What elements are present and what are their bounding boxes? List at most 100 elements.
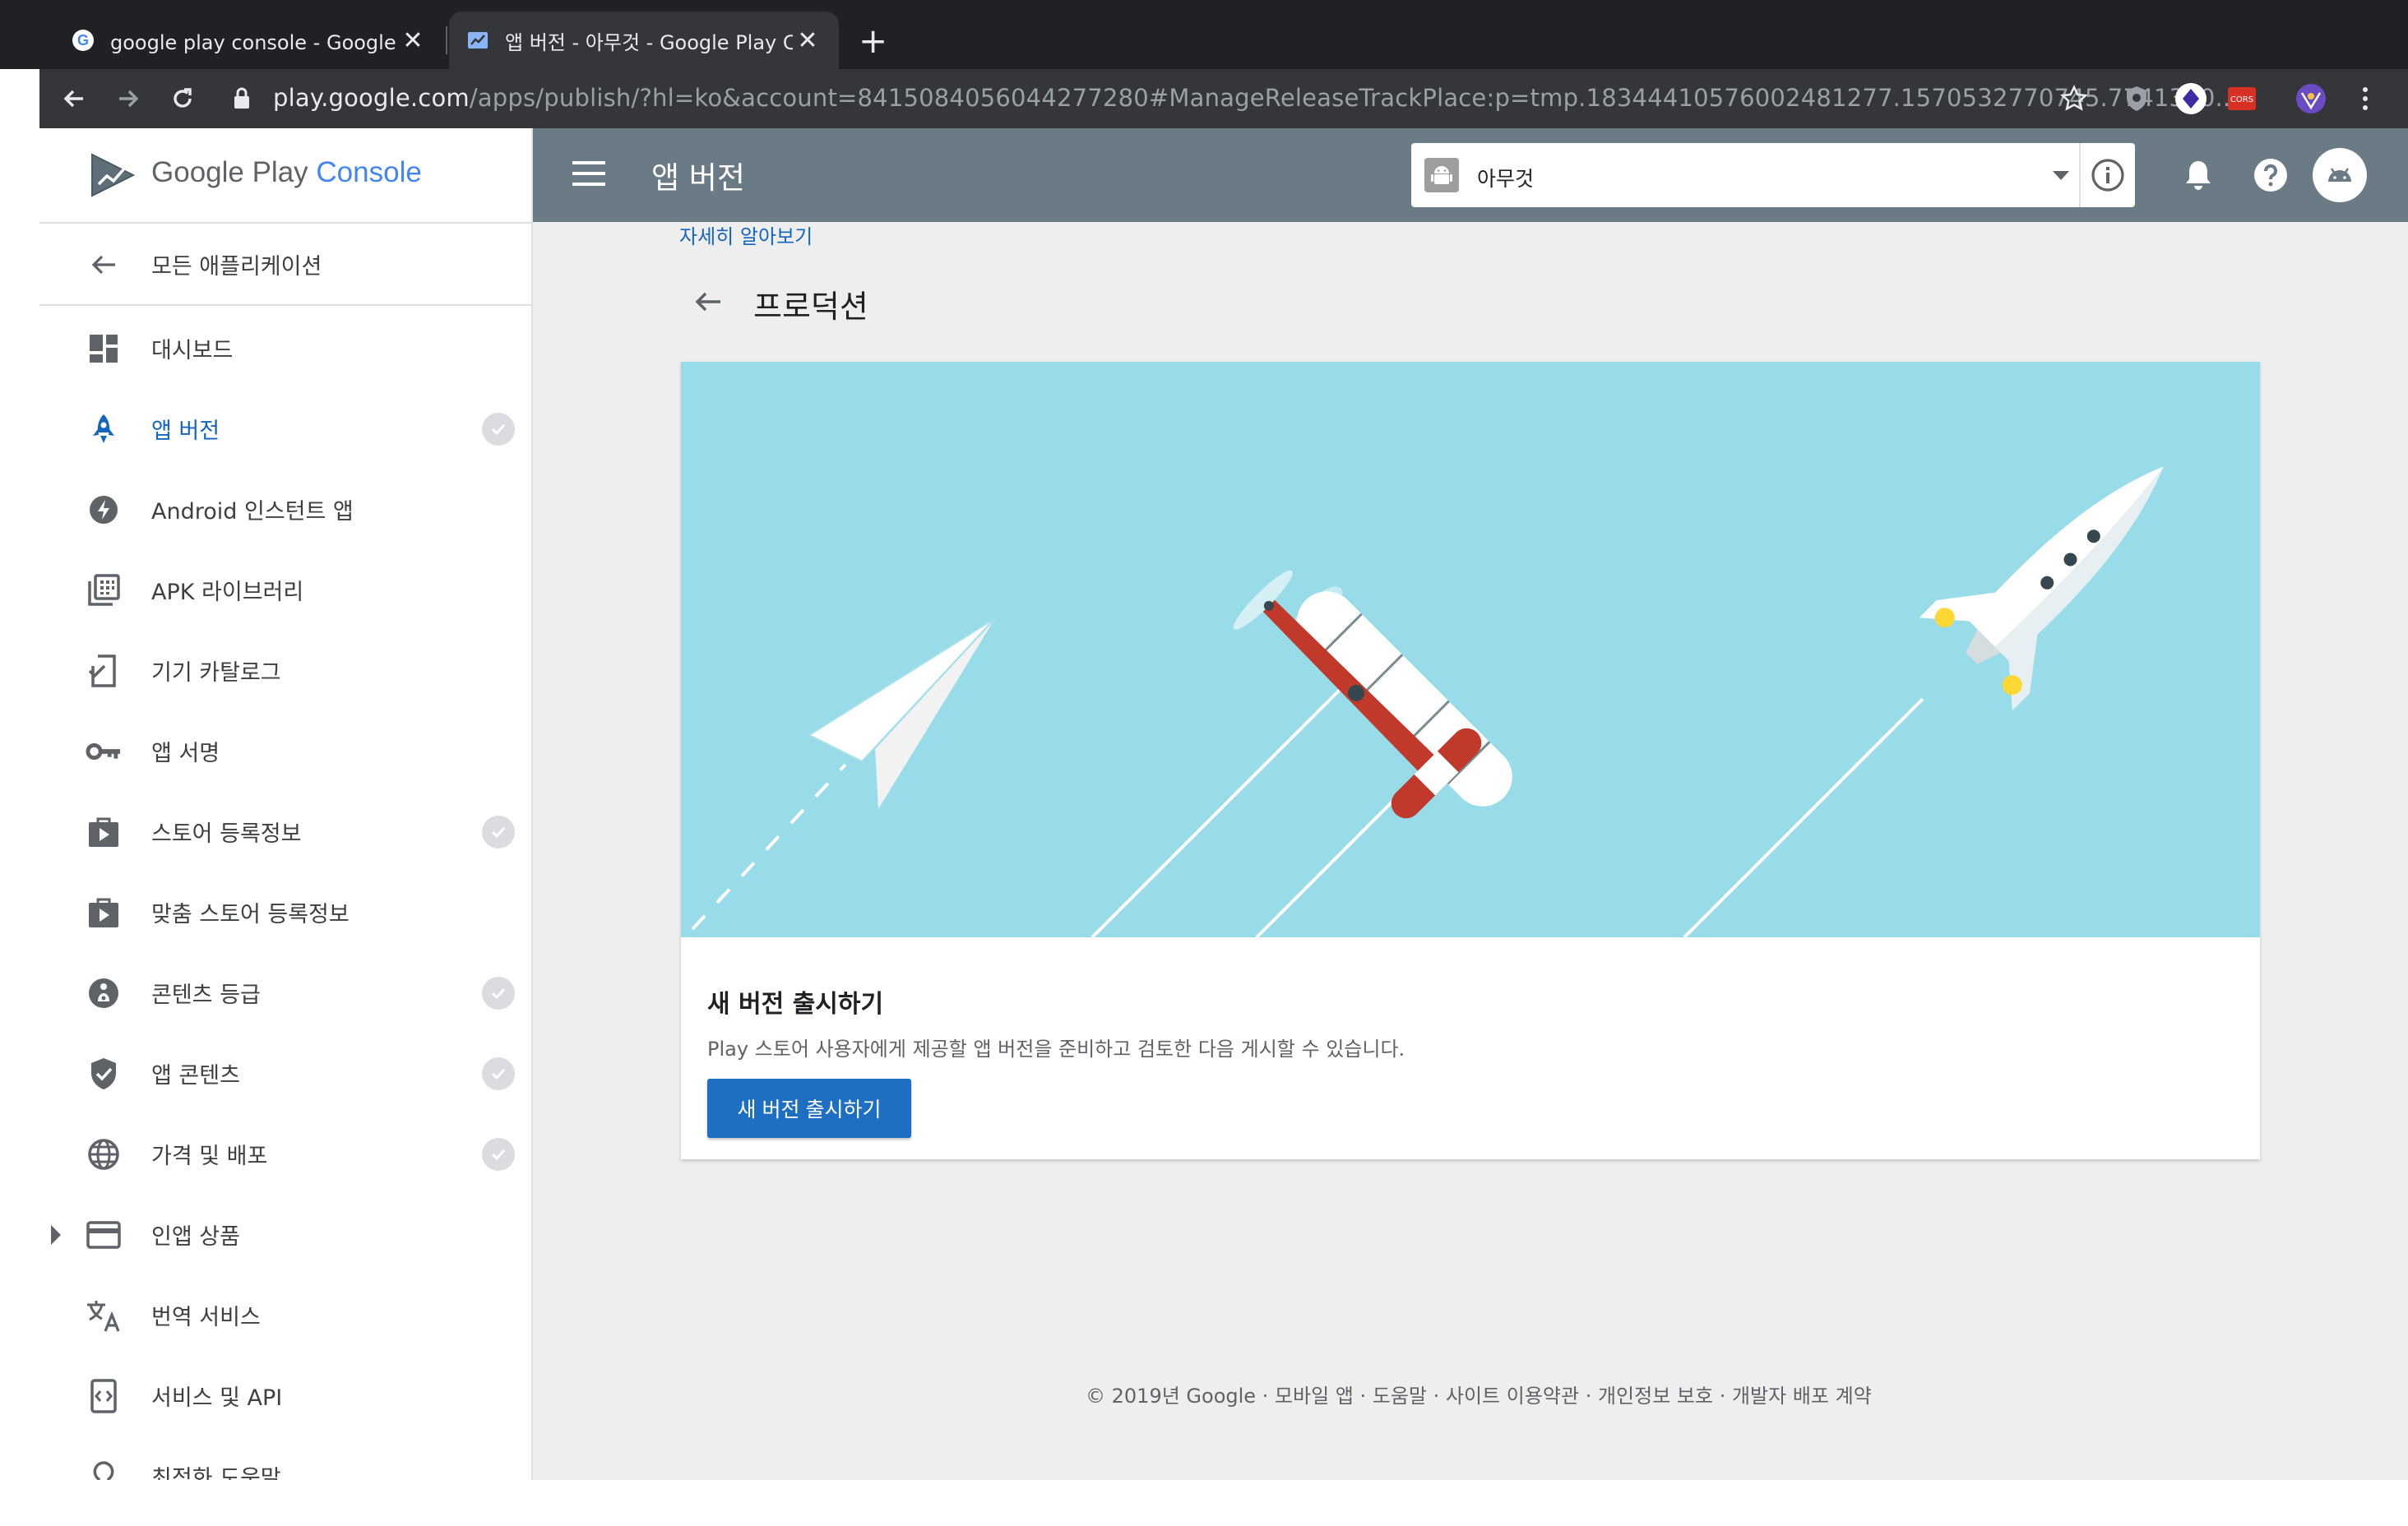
sidebar-item-services-api[interactable]: 서비스 및 API [39, 1355, 531, 1436]
android-app-icon [1424, 158, 1459, 192]
sidebar-item-instant-apps[interactable]: Android 인스턴트 앱 [39, 469, 531, 549]
reload-icon[interactable] [164, 81, 201, 117]
store-icon [86, 895, 122, 931]
sidebar-item-device-catalog[interactable]: 기기 카탈로그 [39, 630, 531, 710]
svg-text:CORS: CORS [2230, 95, 2253, 104]
sidebar-item-label: 대시보드 [151, 338, 234, 363]
browser-tab-google-search[interactable]: G google play console - Google 검 ✕ [54, 12, 444, 69]
shield-extension-icon[interactable] [2119, 81, 2155, 117]
window-edge [0, 69, 39, 1526]
learn-more-link[interactable]: 자세히 알아보기 [679, 220, 813, 249]
notifications-bell-icon[interactable] [2178, 155, 2219, 196]
sidebar-item-store-listing[interactable]: 스토어 등록정보 [39, 791, 531, 872]
sidebar-item-label: 앱 서명 [151, 741, 220, 766]
sidebar-item-label: Android 인스턴트 앱 [151, 499, 354, 525]
window-bottom-edge [0, 1480, 2408, 1526]
main-content: 자세히 알아보기 프로덕션 새 버전 출시하기 Play 스토어 사용자에게 제… [533, 222, 2408, 1480]
url-field[interactable]: play.google.com/apps/publish/?hl=ko&acco… [273, 84, 2239, 112]
sidebar-item-label: 가격 및 배포 [151, 1144, 268, 1169]
sidebar-item-in-app-products[interactable]: 인앱 상품 [39, 1194, 531, 1274]
tab-separator [446, 26, 447, 54]
url-path: /apps/publish/?hl=ko&account=84150840560… [469, 84, 2239, 112]
card-description: Play 스토어 사용자에게 제공할 앱 버전을 준비하고 검토한 다음 게시할… [707, 1038, 1405, 1061]
sidebar-item-apk-library[interactable]: APK 라이브러리 [39, 549, 531, 630]
tab-title: google play console - Google 검 [110, 30, 398, 54]
cors-extension-icon[interactable]: CORS [2224, 81, 2260, 117]
lock-icon[interactable] [232, 86, 252, 113]
globe-icon [86, 1136, 122, 1172]
sidebar-item-custom-store-listing[interactable]: 맞춤 스토어 등록정보 [39, 872, 531, 952]
info-icon[interactable] [2089, 156, 2127, 194]
sidebar-item-pricing-distribution[interactable]: 가격 및 배포 [39, 1113, 531, 1194]
sidebar-item-label: 서비스 및 API [151, 1385, 283, 1411]
svg-text:G: G [77, 32, 89, 49]
sidebar-item-label: 인앱 상품 [151, 1224, 240, 1250]
flash-icon [86, 492, 122, 528]
tab-close-icon[interactable]: ✕ [398, 26, 428, 55]
profile-extension-icon[interactable] [2293, 81, 2329, 117]
back-arrow-icon [86, 247, 122, 283]
new-tab-button[interactable]: + [859, 20, 887, 62]
menu-icon[interactable] [572, 161, 605, 189]
sidebar-item-app-content[interactable]: 앱 콘텐츠 [39, 1033, 531, 1113]
app-header: 앱 버전 아무것 [533, 128, 2408, 222]
sidebar-item-app-releases[interactable]: 앱 버전 [39, 388, 531, 469]
tab-title: 앱 버전 - 아무것 - Google Play Co [505, 30, 793, 54]
rocket [1919, 466, 2164, 711]
sidebar: Google Play Console 모든 애플리케이션 대시보드 앱 버전 … [39, 128, 533, 1526]
chevron-down-icon[interactable] [2053, 171, 2069, 180]
back-arrow-icon[interactable] [56, 81, 92, 117]
help-icon[interactable] [2250, 155, 2291, 196]
browser-menu-icon[interactable] [2347, 81, 2383, 117]
browser-tab-play-console[interactable]: 앱 버전 - 아무것 - Google Play Co ✕ [449, 12, 839, 69]
browser-tab-bar: G google play console - Google 검 ✕ 앱 버전 … [0, 0, 2408, 69]
release-card: 새 버전 출시하기 Play 스토어 사용자에게 제공할 앱 버전을 준비하고 … [681, 362, 2260, 1159]
store-icon [86, 814, 122, 850]
check-icon [482, 1057, 515, 1090]
divider [2079, 143, 2081, 207]
paper-plane [807, 617, 996, 809]
sidebar-item-label: 맞춤 스토어 등록정보 [151, 902, 350, 927]
back-arrow-icon[interactable] [692, 286, 724, 321]
check-icon [482, 816, 515, 849]
flying-vehicles-illustration [691, 466, 2164, 937]
forward-arrow-icon[interactable] [110, 81, 146, 117]
create-release-button[interactable]: 새 버전 출시하기 [707, 1079, 911, 1138]
sidebar-item-dashboard[interactable]: 대시보드 [39, 308, 531, 388]
sidebar-item-label: 앱 콘텐츠 [151, 1063, 240, 1089]
brand-name: Google Play Console [151, 156, 422, 189]
shield-icon [86, 1056, 122, 1092]
check-icon [482, 1138, 515, 1171]
address-bar: play.google.com/apps/publish/?hl=ko&acco… [39, 69, 2408, 128]
card-title: 새 버전 출시하기 [707, 990, 884, 1019]
google-g-icon: G [71, 28, 95, 53]
device-check-icon [86, 653, 122, 689]
sidebar-item-label: 스토어 등록정보 [151, 821, 302, 847]
sidebar-item-app-signing[interactable]: 앱 서명 [39, 710, 531, 791]
sidebar-item-translation-service[interactable]: 번역 서비스 [39, 1274, 531, 1355]
translate-icon [86, 1297, 122, 1334]
tab-close-icon[interactable]: ✕ [793, 26, 822, 55]
key-icon [86, 733, 122, 770]
account-avatar[interactable] [2313, 148, 2367, 202]
bookmark-star-icon[interactable] [2056, 81, 2092, 117]
page-header-title: 앱 버전 [651, 160, 745, 196]
check-icon [482, 413, 515, 446]
api-icon [86, 1378, 122, 1414]
sidebar-item-content-rating[interactable]: 콘텐츠 등급 [39, 952, 531, 1033]
app-selector[interactable]: 아무것 [1411, 143, 2135, 207]
credit-card-icon [86, 1217, 122, 1253]
play-console-icon [465, 28, 490, 53]
brand-header[interactable]: Google Play Console [39, 128, 531, 224]
sidebar-item-label: APK 라이브러리 [151, 580, 304, 605]
hero-illustration [681, 362, 2260, 937]
sidebar-item-label: 콘텐츠 등급 [151, 983, 261, 1008]
sketch-extension-icon[interactable] [2173, 81, 2209, 117]
all-applications-link[interactable]: 모든 애플리케이션 [39, 224, 531, 306]
card-body: 새 버전 출시하기 Play 스토어 사용자에게 제공할 앱 버전을 준비하고 … [681, 937, 2260, 1159]
expand-caret-icon[interactable] [51, 1225, 61, 1245]
rating-icon [86, 975, 122, 1011]
play-console-logo [89, 151, 137, 202]
brand-console: Console [316, 156, 422, 188]
sidebar-item-label: 기기 카탈로그 [151, 660, 281, 686]
